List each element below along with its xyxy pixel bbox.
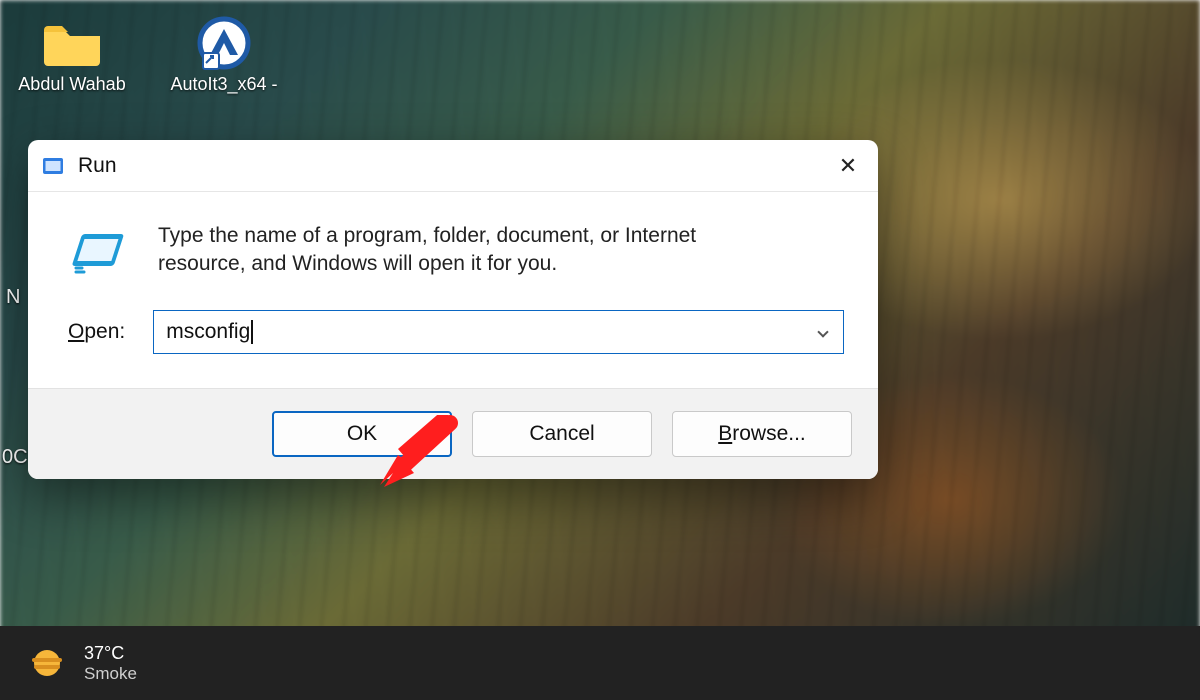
dialog-title: Run	[78, 154, 832, 178]
ok-button[interactable]: OK	[272, 411, 452, 457]
weather-temperature: 37°C	[84, 643, 137, 664]
close-icon[interactable]: ✕	[832, 153, 864, 179]
obscured-label-2: 0C	[2, 446, 28, 469]
desktop-icons-row: Abdul Wahab AutoIt3_x64 -	[12, 18, 284, 95]
desktop-icon-label: Abdul Wahab	[18, 74, 125, 95]
dialog-titlebar[interactable]: Run ✕	[28, 140, 878, 192]
desktop-icon-autoit[interactable]: AutoIt3_x64 -	[164, 18, 284, 95]
open-input-value: msconfig	[166, 320, 819, 344]
open-label: Open:	[68, 320, 125, 344]
weather-icon	[28, 644, 66, 682]
run-body-icon	[68, 222, 128, 282]
open-input[interactable]: msconfig	[153, 310, 844, 354]
weather-widget[interactable]: 37°C Smoke	[84, 643, 137, 683]
browse-button[interactable]: Browse...	[672, 411, 852, 457]
obscured-label-1: N	[6, 286, 20, 309]
taskbar[interactable]: 37°C Smoke	[0, 626, 1200, 700]
run-titlebar-icon	[42, 155, 64, 177]
cancel-button[interactable]: Cancel	[472, 411, 652, 457]
desktop-icon-folder[interactable]: Abdul Wahab	[12, 18, 132, 95]
autoit-icon	[192, 18, 256, 68]
dialog-button-row: OK Cancel Browse...	[28, 388, 878, 479]
chevron-down-icon[interactable]	[817, 326, 828, 337]
text-cursor	[251, 320, 253, 344]
weather-condition: Smoke	[84, 664, 137, 684]
folder-icon	[40, 18, 104, 68]
desktop-icon-label: AutoIt3_x64 -	[170, 74, 277, 95]
dialog-description: Type the name of a program, folder, docu…	[158, 222, 778, 282]
run-dialog: Run ✕ Type the name of a program, folder…	[28, 140, 878, 479]
